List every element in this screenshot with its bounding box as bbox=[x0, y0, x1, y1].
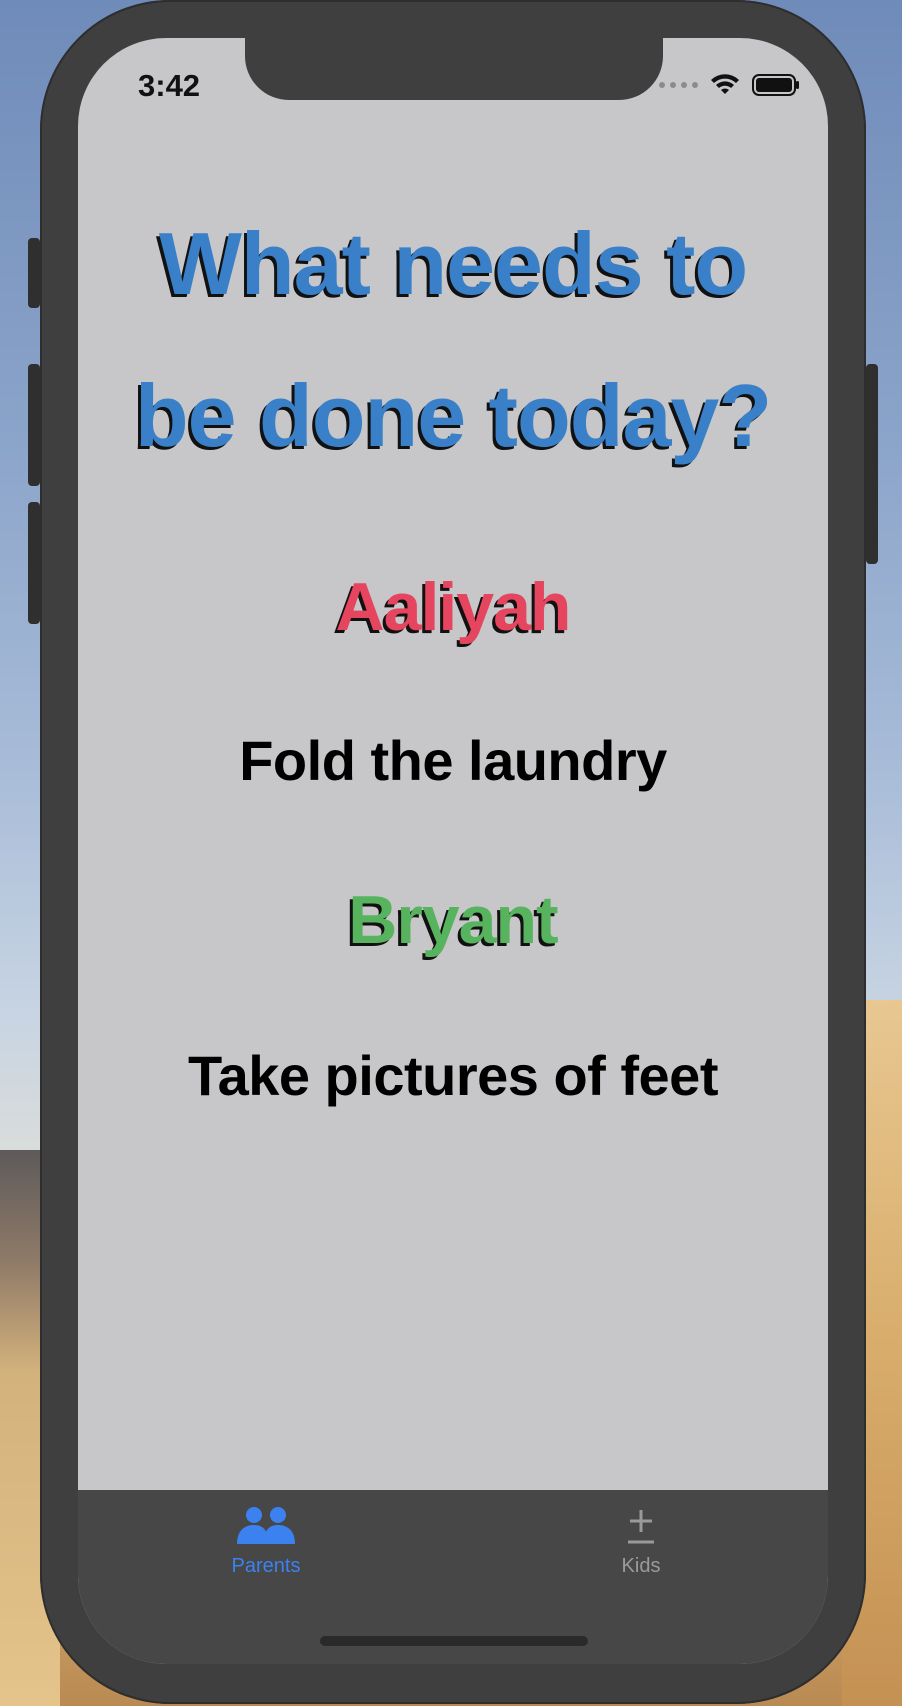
home-indicator[interactable] bbox=[320, 1636, 588, 1646]
plus-minus-icon bbox=[628, 1510, 654, 1544]
volume-down-button bbox=[28, 502, 40, 624]
kid-name-bryant: Bryant bbox=[348, 882, 558, 958]
wifi-icon bbox=[711, 74, 739, 94]
chore-bryant: Take pictures of feet bbox=[188, 1044, 718, 1107]
tab-label-kids: Kids bbox=[621, 1555, 661, 1577]
tab-parents[interactable]: Parents bbox=[166, 1506, 366, 1578]
app-screen: 3:42 What needs to be done today? Aaliya… bbox=[78, 38, 828, 1664]
battery-icon bbox=[752, 74, 799, 96]
tab-kids[interactable]: Kids bbox=[541, 1506, 741, 1578]
page-title: What needs to be done today? bbox=[134, 214, 772, 465]
cellular-signal-icon bbox=[659, 82, 698, 88]
silent-switch bbox=[28, 238, 40, 308]
notch bbox=[245, 38, 663, 100]
tab-bar: Parents Kids bbox=[78, 1490, 828, 1664]
status-icons bbox=[659, 74, 800, 96]
kid-name-aaliyah: Aaliyah bbox=[335, 569, 572, 645]
chores-list: What needs to be done today? Aaliyah Fol… bbox=[78, 188, 828, 1108]
volume-up-button bbox=[28, 364, 40, 486]
tab-label-parents: Parents bbox=[231, 1555, 301, 1577]
power-button bbox=[866, 364, 878, 564]
status-time: 3:42 bbox=[138, 68, 201, 103]
chore-aaliyah: Fold the laundry bbox=[239, 729, 667, 792]
people-icon bbox=[237, 1507, 295, 1544]
